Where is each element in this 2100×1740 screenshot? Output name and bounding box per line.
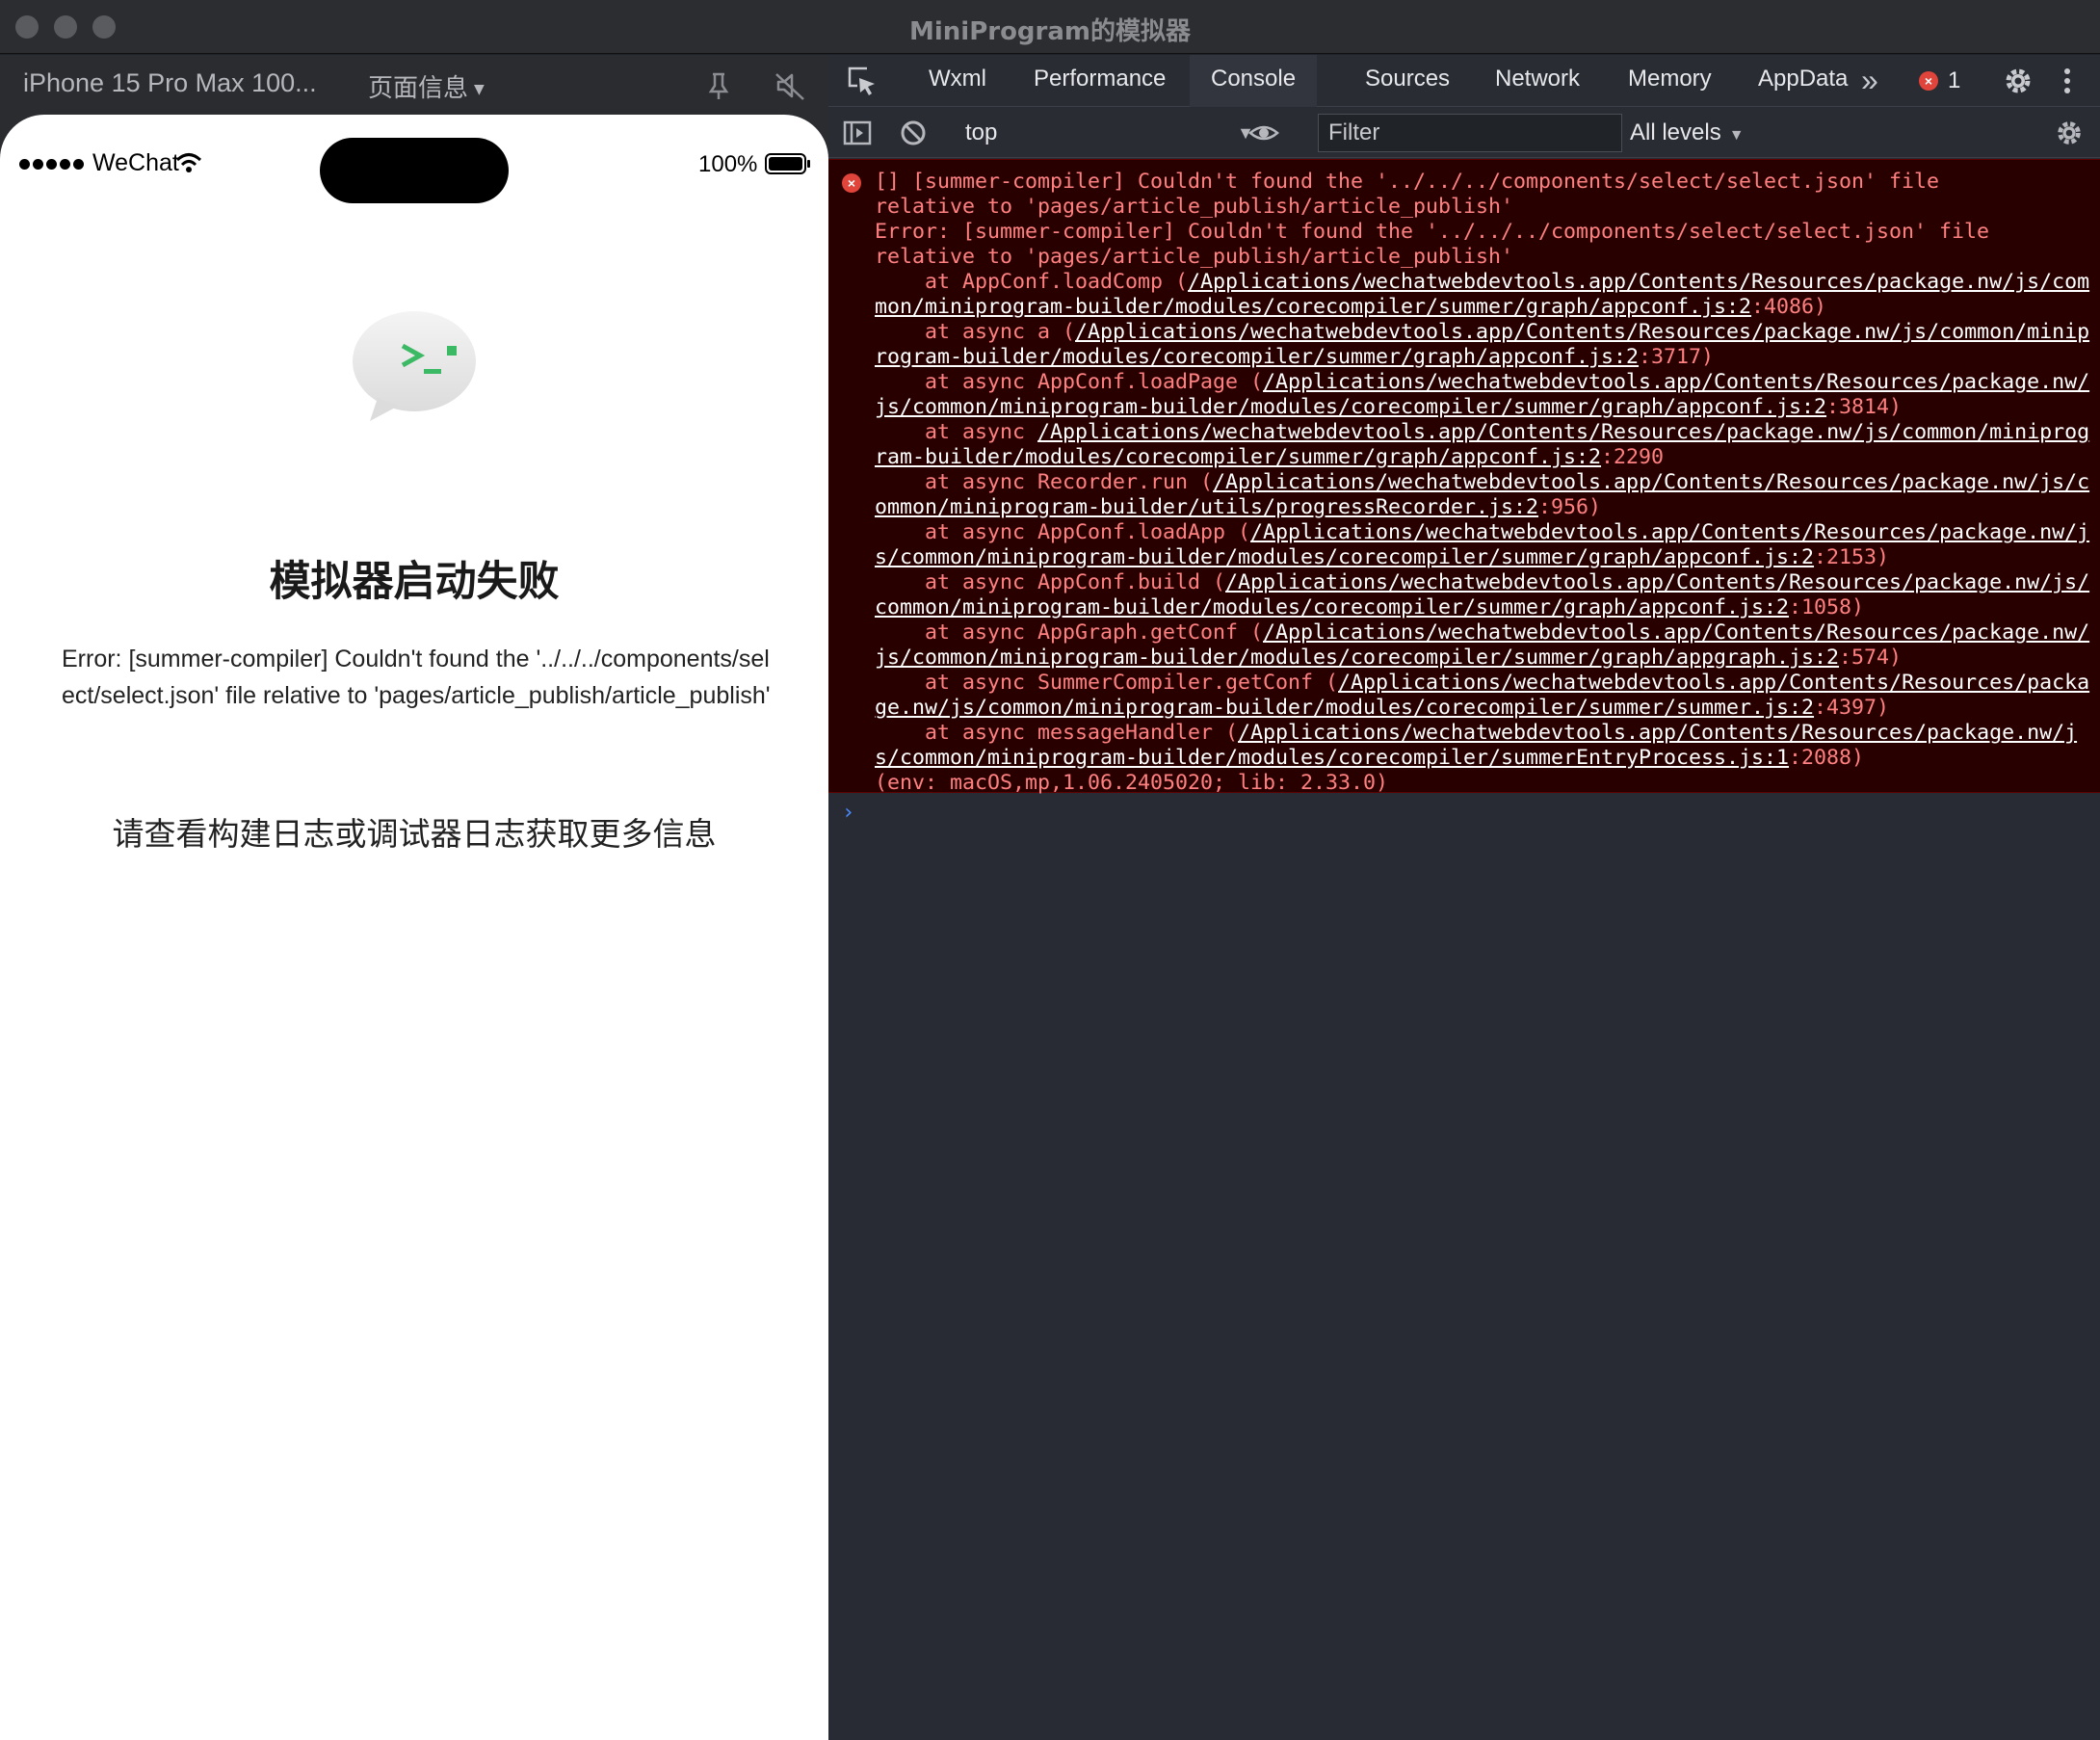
clear-console-icon[interactable] bbox=[898, 118, 929, 148]
more-tabs-button[interactable]: » bbox=[1861, 55, 1878, 107]
stack-frame: at async Recorder.run (/Applications/wec… bbox=[875, 470, 2090, 519]
simulator-toolbar: iPhone 15 Pro Max 100... 页面信息 ▼ bbox=[0, 55, 828, 115]
window-title: MiniProgram的模拟器 bbox=[908, 17, 1192, 46]
stack-frame: at async AppConf.loadApp (/Applications/… bbox=[875, 520, 2090, 569]
device-selector[interactable]: iPhone 15 Pro Max 100... bbox=[23, 68, 317, 98]
tab-console[interactable]: Console bbox=[1190, 55, 1318, 107]
stack-frame: at async AppConf.build (/Applications/we… bbox=[875, 570, 2090, 620]
phone-screen: WeChat 100% 模拟器启动失败 Error: [summer-compi… bbox=[0, 115, 828, 1740]
context-label: top bbox=[965, 119, 998, 145]
devtools-pane: Wxml Performance Console Sources Network… bbox=[828, 55, 2100, 1740]
carrier-label: WeChat bbox=[92, 149, 179, 176]
fail-error-message: Error: [summer-compiler] Couldn't found … bbox=[62, 646, 771, 709]
fail-title: 模拟器启动失败 bbox=[269, 558, 560, 606]
eye-icon[interactable] bbox=[1248, 118, 1279, 148]
log-header-line: [] [summer-compiler] Couldn't found the … bbox=[875, 170, 1940, 219]
tab-sources[interactable]: Sources bbox=[1344, 55, 1471, 107]
error-icon: × bbox=[1919, 71, 1938, 91]
devtools-tab-bar: Wxml Performance Console Sources Network… bbox=[828, 55, 2100, 107]
window-titlebar: MiniProgram的模拟器 bbox=[0, 0, 2100, 54]
stack-frame: at AppConf.loadComp (/Applications/wecha… bbox=[875, 270, 2090, 319]
log-levels-dropdown[interactable]: All levels ▼ bbox=[1630, 116, 1745, 153]
caret-down-icon: ▼ bbox=[474, 81, 485, 97]
stack-frame: at async AppGraph.getConf (/Applications… bbox=[875, 620, 2090, 670]
page-info-label: 页面信息 bbox=[368, 74, 469, 103]
chat-bubble-terminal-icon bbox=[353, 311, 476, 421]
sidebar-toggle-icon[interactable] bbox=[842, 118, 873, 148]
error-count: 1 bbox=[1948, 67, 1961, 93]
settings-gear-icon[interactable] bbox=[2002, 65, 2034, 97]
stack-frame-link[interactable]: /Applications/wechatwebdevtools.app/Cont… bbox=[875, 420, 2089, 469]
battery-percent: 100% bbox=[698, 151, 758, 177]
env-line: (env: macOS,mp,1.06.2405020; lib: 2.33.0… bbox=[875, 771, 1389, 795]
pin-icon[interactable] bbox=[699, 66, 738, 105]
wifi-icon bbox=[175, 153, 202, 172]
error-icon: × bbox=[842, 173, 861, 193]
stack-frame: at async messageHandler (/Applications/w… bbox=[875, 721, 2078, 770]
tab-wxml[interactable]: Wxml bbox=[907, 55, 1008, 107]
console-error-entry: × [] [summer-compiler] Couldn't found th… bbox=[828, 159, 2100, 796]
mute-icon[interactable] bbox=[771, 66, 809, 105]
dynamic-island bbox=[320, 138, 509, 203]
fail-hint: 请查看构建日志或调试器日志获取更多信息 bbox=[112, 815, 717, 853]
simulator-pane: iPhone 15 Pro Max 100... 页面信息 ▼ WeChat 10… bbox=[0, 55, 828, 1740]
stack-frame: at async /Applications/wechatwebdevtools… bbox=[875, 420, 2090, 469]
battery-icon bbox=[765, 153, 810, 174]
signal-icon bbox=[19, 159, 84, 170]
stack-frame: at async AppConf.loadPage (/Applications… bbox=[875, 370, 2090, 419]
tab-appdata[interactable]: AppData bbox=[1737, 55, 1869, 107]
error-count-badge[interactable]: × 1 bbox=[1919, 66, 1960, 95]
console-prompt[interactable]: › bbox=[842, 801, 854, 825]
more-options-icon[interactable] bbox=[2061, 66, 2073, 95]
log-error-line: Error: [summer-compiler] Couldn't found … bbox=[875, 220, 1990, 269]
tab-network[interactable]: Network bbox=[1474, 55, 1601, 107]
log-levels-label: All levels bbox=[1630, 119, 1721, 145]
console-filter-input[interactable] bbox=[1318, 114, 1622, 152]
inspect-element-icon[interactable] bbox=[846, 65, 879, 97]
stack-frame: at async a (/Applications/wechatwebdevto… bbox=[875, 320, 2090, 369]
console-settings-gear-icon[interactable] bbox=[2054, 118, 2085, 148]
page-info-dropdown[interactable]: 页面信息 ▼ bbox=[368, 68, 485, 104]
tab-memory[interactable]: Memory bbox=[1607, 55, 1733, 107]
console-toolbar: top ▼ All levels ▼ bbox=[828, 108, 2100, 158]
tab-performance[interactable]: Performance bbox=[1012, 55, 1187, 107]
caret-down-icon: ▼ bbox=[1728, 127, 1745, 144]
stack-frame: at async SummerCompiler.getConf (/Applic… bbox=[875, 671, 2090, 720]
context-selector[interactable]: top ▼ bbox=[965, 116, 1254, 150]
error-log-text: [] [summer-compiler] Couldn't found the … bbox=[875, 170, 2090, 796]
status-bar: WeChat 100% bbox=[0, 115, 828, 221]
